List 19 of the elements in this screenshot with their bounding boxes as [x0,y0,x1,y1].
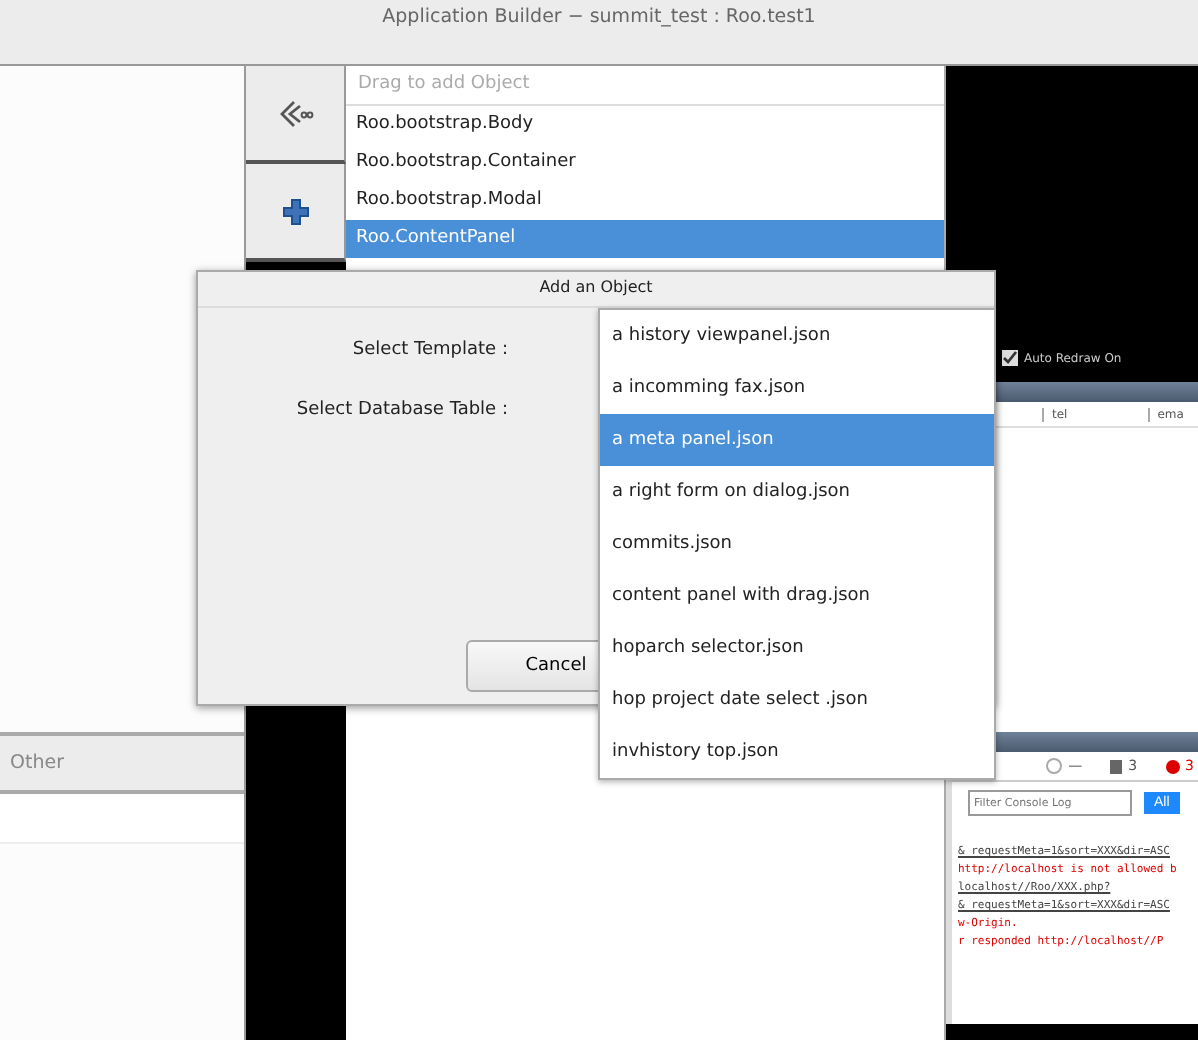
dropdown-option[interactable]: commits.json [600,518,994,570]
dropdown-option[interactable]: invhistory top.json [600,726,994,778]
chevron-back-icon [277,97,313,129]
field-label: Select Template : [352,340,508,360]
window-title: Application Builder − summit_test : Roo.test1 [382,6,816,32]
add-button[interactable] [246,164,346,262]
field-label: Select Database Table : [296,400,508,420]
palette-item[interactable]: Roo.bootstrap.Container [346,144,944,182]
checkbox[interactable] [1002,350,1018,366]
dropdown-option[interactable]: a incomming fax.json [600,362,994,414]
dropdown-option[interactable]: a history viewpanel.json [600,310,994,362]
palette-hint: Drag to add Object [346,66,944,106]
plus-icon [281,197,309,225]
palette-item[interactable]: Roo.bootstrap.Body [346,106,944,144]
error-icon [1165,759,1180,773]
palette-item[interactable]: Roo.bootstrap.Modal [346,182,944,220]
dropdown-option[interactable]: a right form on dialog.json [600,466,994,518]
dropdown-option[interactable]: content panel with drag.json [600,570,994,622]
back-button[interactable] [246,66,346,164]
